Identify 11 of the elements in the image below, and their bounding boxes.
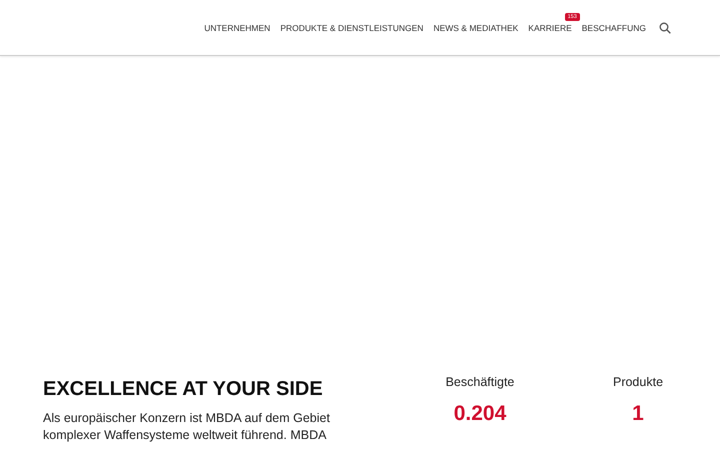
stat-label: Produkte [612, 375, 664, 389]
stat-value: 1 [632, 402, 644, 426]
nav-link[interactable]: BESCHAFFUNG [582, 23, 646, 33]
stat-value: 0.204 [454, 402, 506, 426]
nav-link[interactable]: PRODUKTE & DIENSTLEISTUNGEN [280, 23, 424, 33]
stat-label: Beschäftigte [446, 375, 514, 389]
nav-link[interactable]: UNTERNEHMEN [204, 23, 270, 33]
nav-link[interactable]: NEWS & MEDIATHEK [433, 23, 518, 33]
search-icon[interactable] [659, 22, 671, 34]
intro-paragraph: Als europäischer Konzern ist MBDA auf dem Gebiet komplexer Waffensysteme weltweit führend. MBDA [43, 410, 331, 444]
section-heading: EXCELLENCE AT YOUR SIDE [43, 378, 324, 401]
